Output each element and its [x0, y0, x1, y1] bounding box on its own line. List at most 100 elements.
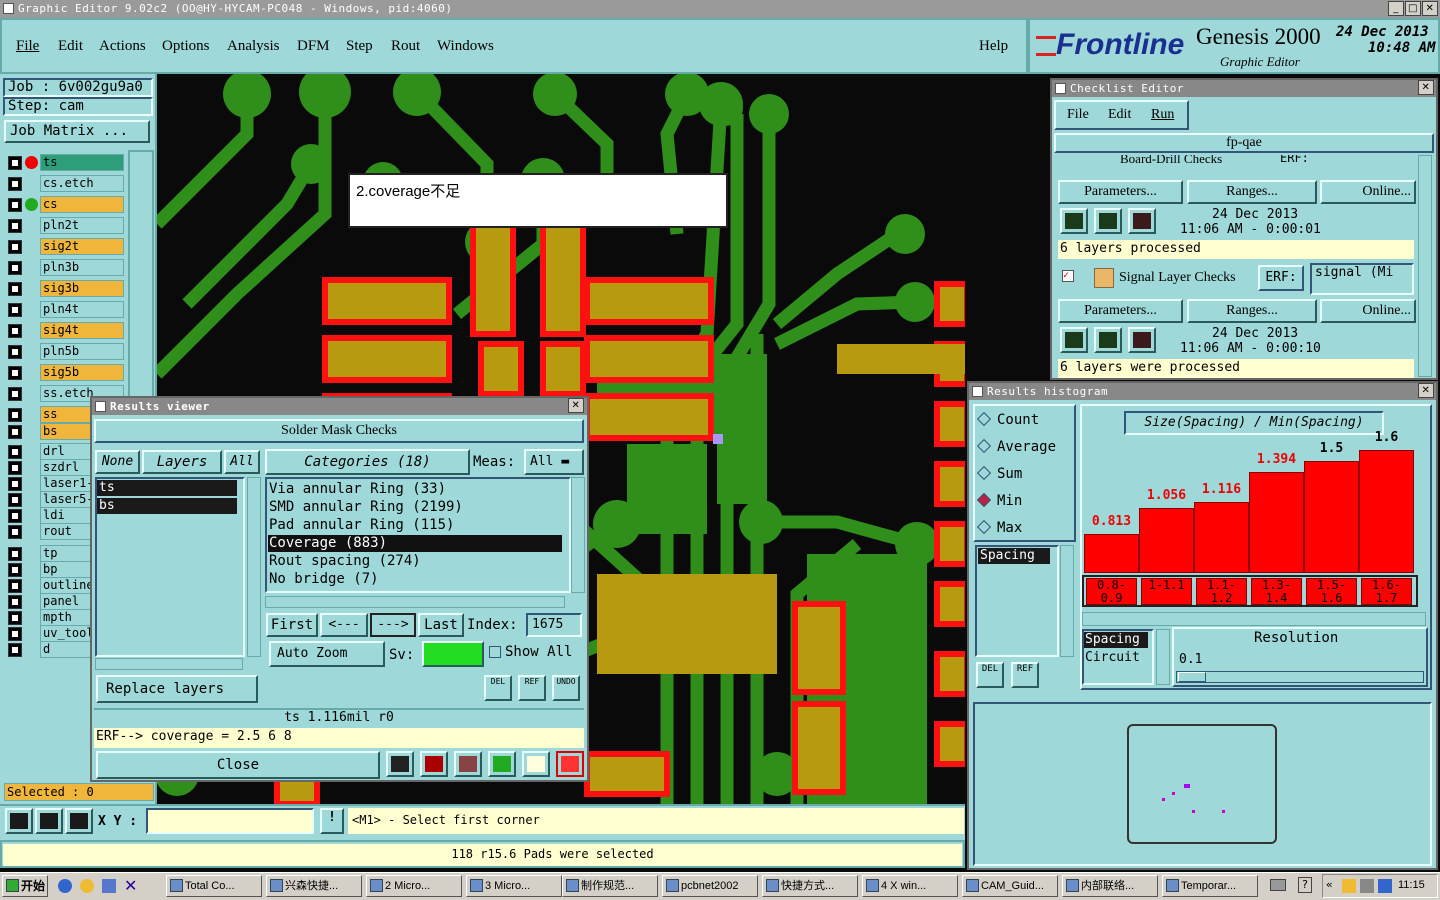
layer-name[interactable]: pln3b: [40, 259, 124, 276]
layer-result-ts[interactable]: ts: [97, 480, 237, 496]
check2-checkbox[interactable]: ✓: [1062, 270, 1074, 282]
layer-checkbox[interactable]: [8, 261, 22, 275]
stop-check-icon[interactable]: [1128, 208, 1156, 234]
layer-checkbox[interactable]: [8, 324, 22, 338]
run-all-icon[interactable]: [1094, 208, 1122, 234]
layer-checkbox[interactable]: [8, 387, 22, 401]
layer-checkbox[interactable]: [8, 547, 22, 561]
task-button[interactable]: 兴森快捷...: [266, 875, 362, 897]
dimension-vscroll[interactable]: [1156, 629, 1170, 685]
category-item[interactable]: Coverage (883): [268, 535, 562, 552]
auto-zoom-select[interactable]: Auto Zoom: [269, 641, 385, 667]
stat-option-max[interactable]: Max: [976, 519, 1022, 538]
menu-file[interactable]: File: [16, 38, 39, 55]
stat-option-sum[interactable]: Sum: [976, 465, 1022, 484]
close-button[interactable]: ✕: [1422, 1, 1438, 16]
first-button[interactable]: First: [266, 613, 318, 637]
measure-icon[interactable]: [35, 808, 63, 834]
app-icon[interactable]: [102, 879, 116, 893]
delete-ref-icon[interactable]: [454, 751, 482, 777]
task-button[interactable]: CAM_Guid...: [962, 875, 1058, 897]
metric-spacing[interactable]: Spacing: [978, 548, 1050, 564]
layer-checkbox[interactable]: [8, 425, 22, 439]
check2-erf-value[interactable]: signal (Mi: [1310, 263, 1414, 295]
task-button[interactable]: 快捷方式...: [762, 875, 858, 897]
meas-select[interactable]: All ▬: [524, 449, 584, 475]
layers-button[interactable]: Layers: [142, 450, 222, 474]
results-close-button[interactable]: ✕: [568, 398, 584, 413]
layer-row-csetch[interactable]: cs.etch: [6, 175, 124, 192]
histogram-icon[interactable]: [556, 751, 584, 777]
layer-checkbox[interactable]: [8, 627, 22, 641]
layer-name[interactable]: ts: [40, 154, 124, 171]
layer-checkbox[interactable]: [8, 366, 22, 380]
minimize-button[interactable]: _: [1388, 1, 1404, 16]
xy-input[interactable]: [146, 808, 314, 834]
checklist-menu-run[interactable]: Run: [1151, 107, 1174, 123]
del-icon[interactable]: DEL: [484, 675, 512, 701]
check2-params-button[interactable]: Parameters...: [1058, 299, 1183, 323]
histogram-bar[interactable]: [1084, 534, 1139, 573]
layer-checkbox[interactable]: [8, 525, 22, 539]
layer-name[interactable]: cs.etch: [40, 175, 124, 192]
layer-name[interactable]: pln2t: [40, 217, 124, 234]
report-icon[interactable]: [522, 751, 550, 777]
layer-checkbox[interactable]: [8, 219, 22, 233]
category-item[interactable]: Rout spacing (274): [268, 553, 562, 570]
categories-button[interactable]: Categories (18): [265, 449, 470, 475]
category-item[interactable]: Pad annular Ring (115): [268, 517, 562, 534]
layer-name[interactable]: sig3b: [40, 280, 124, 297]
hist-del-icon[interactable]: DEL: [976, 662, 1004, 688]
task-button[interactable]: 3 Micro...: [466, 875, 562, 897]
resolution-slider[interactable]: [1176, 671, 1424, 683]
category-item[interactable]: SMD annular Ring (2199): [268, 499, 562, 516]
metric-vscroll[interactable]: [1060, 545, 1074, 657]
stat-option-average[interactable]: Average: [976, 438, 1056, 457]
category-item[interactable]: Via annular Ring (33): [268, 481, 562, 498]
menu-analysis[interactable]: Analysis: [227, 38, 280, 55]
stat-option-count[interactable]: Count: [976, 411, 1039, 430]
layer-name[interactable]: pln5b: [40, 343, 124, 360]
task-button[interactable]: 4 X win...: [862, 875, 958, 897]
check1-online-button[interactable]: Online...: [1320, 180, 1416, 204]
layer-checkbox[interactable]: [8, 156, 22, 170]
histogram-close-button[interactable]: ✕: [1418, 383, 1434, 398]
tray-chevron-icon[interactable]: «: [1326, 878, 1333, 891]
layer-checkbox[interactable]: [8, 282, 22, 296]
run-all2-icon[interactable]: [1094, 327, 1122, 353]
ie-icon[interactable]: [58, 879, 72, 893]
chart-hscroll[interactable]: [1082, 612, 1426, 626]
radio-icon[interactable]: [976, 492, 992, 508]
checklist-menu-edit[interactable]: Edit: [1108, 107, 1131, 123]
layer-row-sig2t[interactable]: sig2t: [6, 238, 124, 255]
layer-row-ts[interactable]: ts: [6, 154, 124, 171]
last-button[interactable]: Last: [418, 613, 464, 637]
histogram-bar[interactable]: [1249, 472, 1304, 573]
preview-map[interactable]: [1127, 724, 1277, 844]
maximize-button[interactable]: □: [1405, 1, 1421, 16]
menu-windows[interactable]: Windows: [437, 38, 494, 55]
probe-icon[interactable]: [386, 751, 414, 777]
help-icon[interactable]: ?: [1298, 877, 1312, 893]
start-button[interactable]: 开始: [2, 875, 48, 897]
layer-checkbox[interactable]: [8, 579, 22, 593]
task-button[interactable]: 制作规范...: [562, 875, 658, 897]
show-all-checkbox[interactable]: [489, 646, 501, 658]
layer-row-sig4t[interactable]: sig4t: [6, 322, 124, 339]
grid-icon[interactable]: [65, 808, 93, 834]
layer-name[interactable]: sig5b: [40, 364, 124, 381]
layer-list-vscroll[interactable]: [247, 477, 261, 657]
layer-row-sig3b[interactable]: sig3b: [6, 280, 124, 297]
dimension-spacing[interactable]: Spacing: [1084, 632, 1148, 648]
layer-checkbox[interactable]: [8, 477, 22, 491]
layer-name[interactable]: pln4t: [40, 301, 124, 318]
all-button[interactable]: All: [224, 450, 260, 474]
zoom-icon[interactable]: [5, 808, 33, 834]
keyboard-icon[interactable]: [1270, 879, 1286, 891]
layer-name[interactable]: sig2t: [40, 238, 124, 255]
layer-checkbox[interactable]: [8, 198, 22, 212]
checklist-close-button[interactable]: ✕: [1418, 80, 1434, 95]
layer-checkbox[interactable]: [8, 445, 22, 459]
tray-app-icons[interactable]: [1342, 879, 1392, 893]
layer-row-cs[interactable]: cs: [6, 196, 124, 213]
